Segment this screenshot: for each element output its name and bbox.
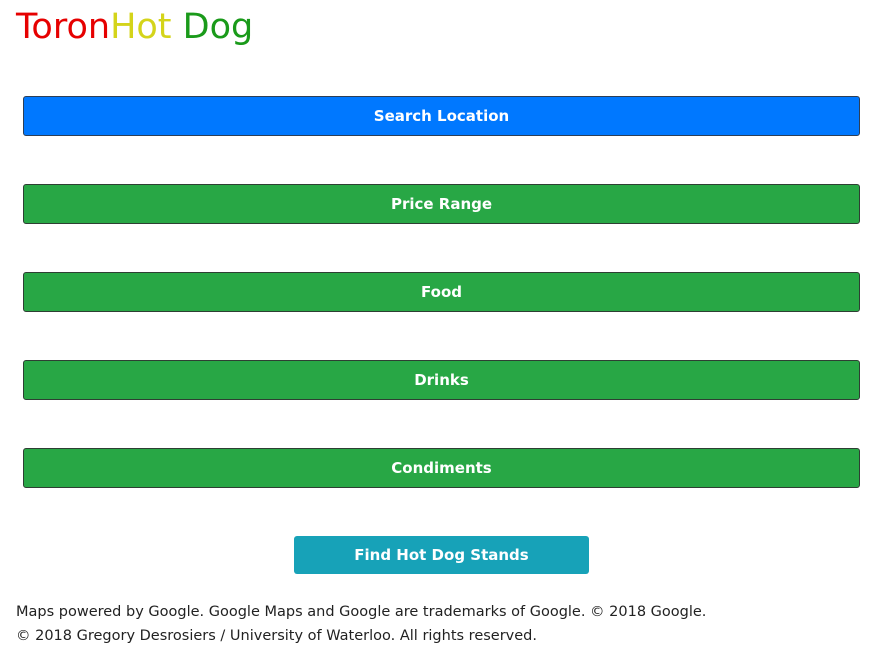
app-title: ToronHot Dog — [16, 4, 253, 50]
app-title-part-toron: Toron — [16, 7, 111, 47]
condiments-button[interactable]: Condiments — [23, 448, 860, 488]
footer-google-notice: Maps powered by Google. Google Maps and … — [16, 604, 707, 620]
app-title-part-hot: Hot — [110, 7, 172, 47]
find-hot-dog-stands-button[interactable]: Find Hot Dog Stands — [294, 536, 589, 574]
price-range-button[interactable]: Price Range — [23, 184, 860, 224]
footer-copyright: © 2018 Gregory Desrosiers / University o… — [16, 628, 537, 644]
app-title-part-dog: Dog — [171, 7, 254, 47]
drinks-button[interactable]: Drinks — [23, 360, 860, 400]
search-location-button[interactable]: Search Location — [23, 96, 860, 136]
footer: Maps powered by Google. Google Maps and … — [16, 600, 706, 648]
food-button[interactable]: Food — [23, 272, 860, 312]
